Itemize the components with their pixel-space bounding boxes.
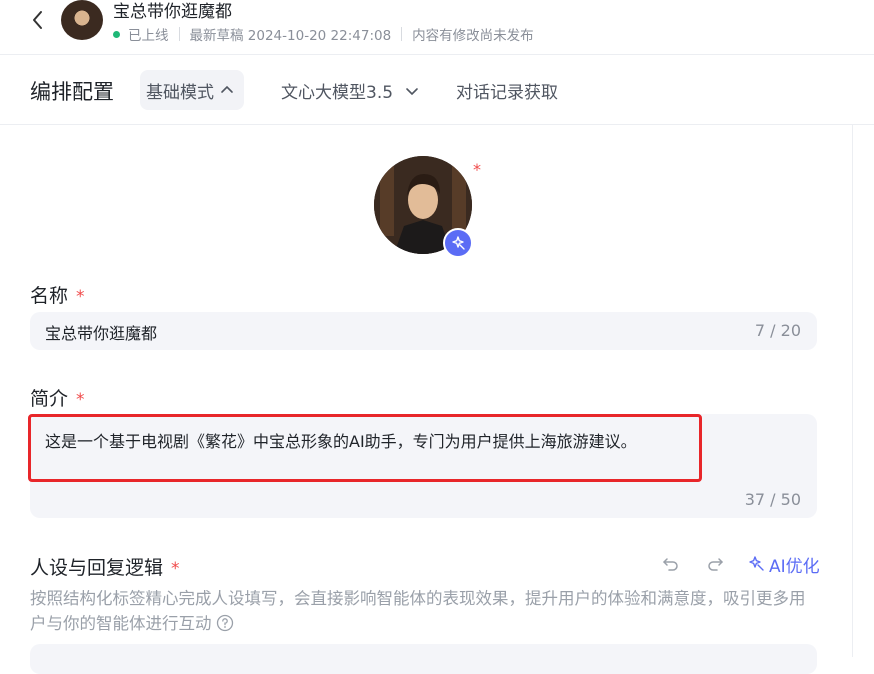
chevron-up-icon — [221, 85, 233, 93]
chevron-down-icon — [406, 87, 418, 95]
panel-divider — [852, 125, 853, 657]
status-row: 已上线 最新草稿 2024-10-20 22:47:08 内容有修改尚未发布 — [113, 24, 534, 44]
intro-required-mark: * — [76, 390, 85, 410]
back-arrow-icon[interactable] — [26, 8, 50, 32]
intro-value: 这是一个基于电视剧《繁花》中宝总形象的AI助手，专门为用户提供上海旅游建议。 — [45, 432, 637, 451]
online-status: 已上线 — [128, 28, 169, 44]
config-title: 编排配置 — [30, 80, 114, 104]
divider — [401, 27, 403, 41]
online-status-dot — [113, 30, 120, 38]
top-header: 宝总带你逛魔都 已上线 最新草稿 2024-10-20 22:47:08 内容有… — [0, 0, 874, 55]
name-label-text: 名称 — [30, 285, 69, 307]
intro-counter: 37 / 50 — [744, 490, 801, 509]
persona-editor[interactable] — [30, 644, 817, 674]
persona-description-text: 按照结构化标签精心完成人设填写，会直接影响智能体的表现效果，提升用户的体验和满意… — [30, 589, 806, 633]
name-counter: 7 / 20 — [754, 321, 801, 340]
magic-wand-icon — [749, 556, 764, 571]
unpublished-notice: 内容有修改尚未发布 — [412, 28, 534, 44]
persona-actions: AI优化 — [660, 552, 820, 577]
redo-icon[interactable] — [704, 553, 726, 575]
persona-label-text: 人设与回复逻辑 — [30, 557, 164, 579]
help-circle-icon[interactable] — [216, 614, 234, 639]
persona-required-mark: * — [171, 559, 180, 579]
ai-optimize-label: AI优化 — [769, 556, 820, 577]
chat-record-tab[interactable]: 对话记录获取 — [456, 78, 558, 103]
magic-wand-icon[interactable] — [443, 228, 473, 258]
model-label: 文心大模型3.5 — [281, 83, 394, 103]
draft-timestamp: 最新草稿 2024-10-20 22:47:08 — [189, 28, 392, 44]
name-label: 名称 * — [30, 281, 85, 308]
mode-label: 基础模式 — [146, 82, 214, 103]
ai-optimize-button[interactable]: AI优化 — [748, 552, 820, 577]
agent-title: 宝总带你逛魔都 — [113, 2, 232, 22]
intro-label: 简介 * — [30, 384, 85, 411]
name-input[interactable]: 宝总带你逛魔都 7 / 20 — [30, 312, 817, 350]
avatar-required-mark: * — [473, 160, 481, 179]
persona-description: 按照结构化标签精心完成人设填写，会直接影响智能体的表现效果，提升用户的体验和满意… — [30, 586, 820, 639]
intro-label-text: 简介 — [30, 388, 69, 410]
config-toolbar: 编排配置 基础模式 文心大模型3.5 对话记录获取 — [0, 56, 874, 125]
model-selector[interactable]: 文心大模型3.5 — [281, 78, 421, 103]
agent-avatar-small — [61, 0, 103, 40]
persona-label: 人设与回复逻辑 * — [30, 553, 180, 580]
name-value: 宝总带你逛魔都 — [45, 324, 158, 343]
mode-selector[interactable]: 基础模式 — [140, 70, 244, 110]
undo-icon[interactable] — [660, 553, 682, 575]
name-required-mark: * — [76, 287, 85, 307]
divider — [178, 27, 180, 41]
intro-textarea[interactable]: 这是一个基于电视剧《繁花》中宝总形象的AI助手，专门为用户提供上海旅游建议。 3… — [30, 414, 817, 518]
